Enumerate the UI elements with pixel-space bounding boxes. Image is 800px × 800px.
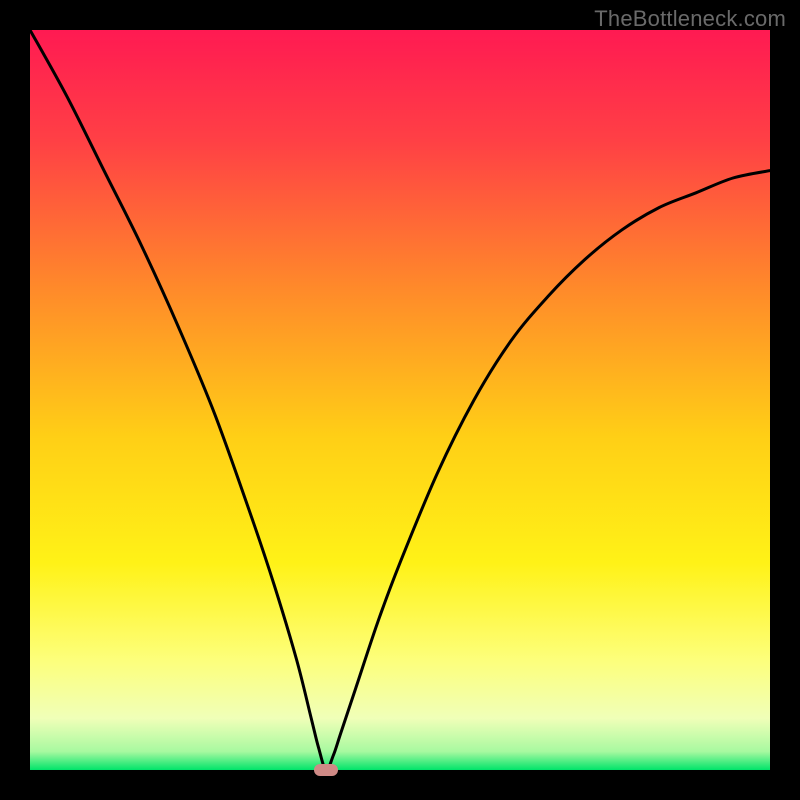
chart-frame: TheBottleneck.com [0, 0, 800, 800]
watermark-text: TheBottleneck.com [594, 6, 786, 32]
gradient-background [30, 30, 770, 770]
plot-svg [30, 30, 770, 770]
optimum-marker [314, 764, 338, 776]
plot-area [30, 30, 770, 770]
